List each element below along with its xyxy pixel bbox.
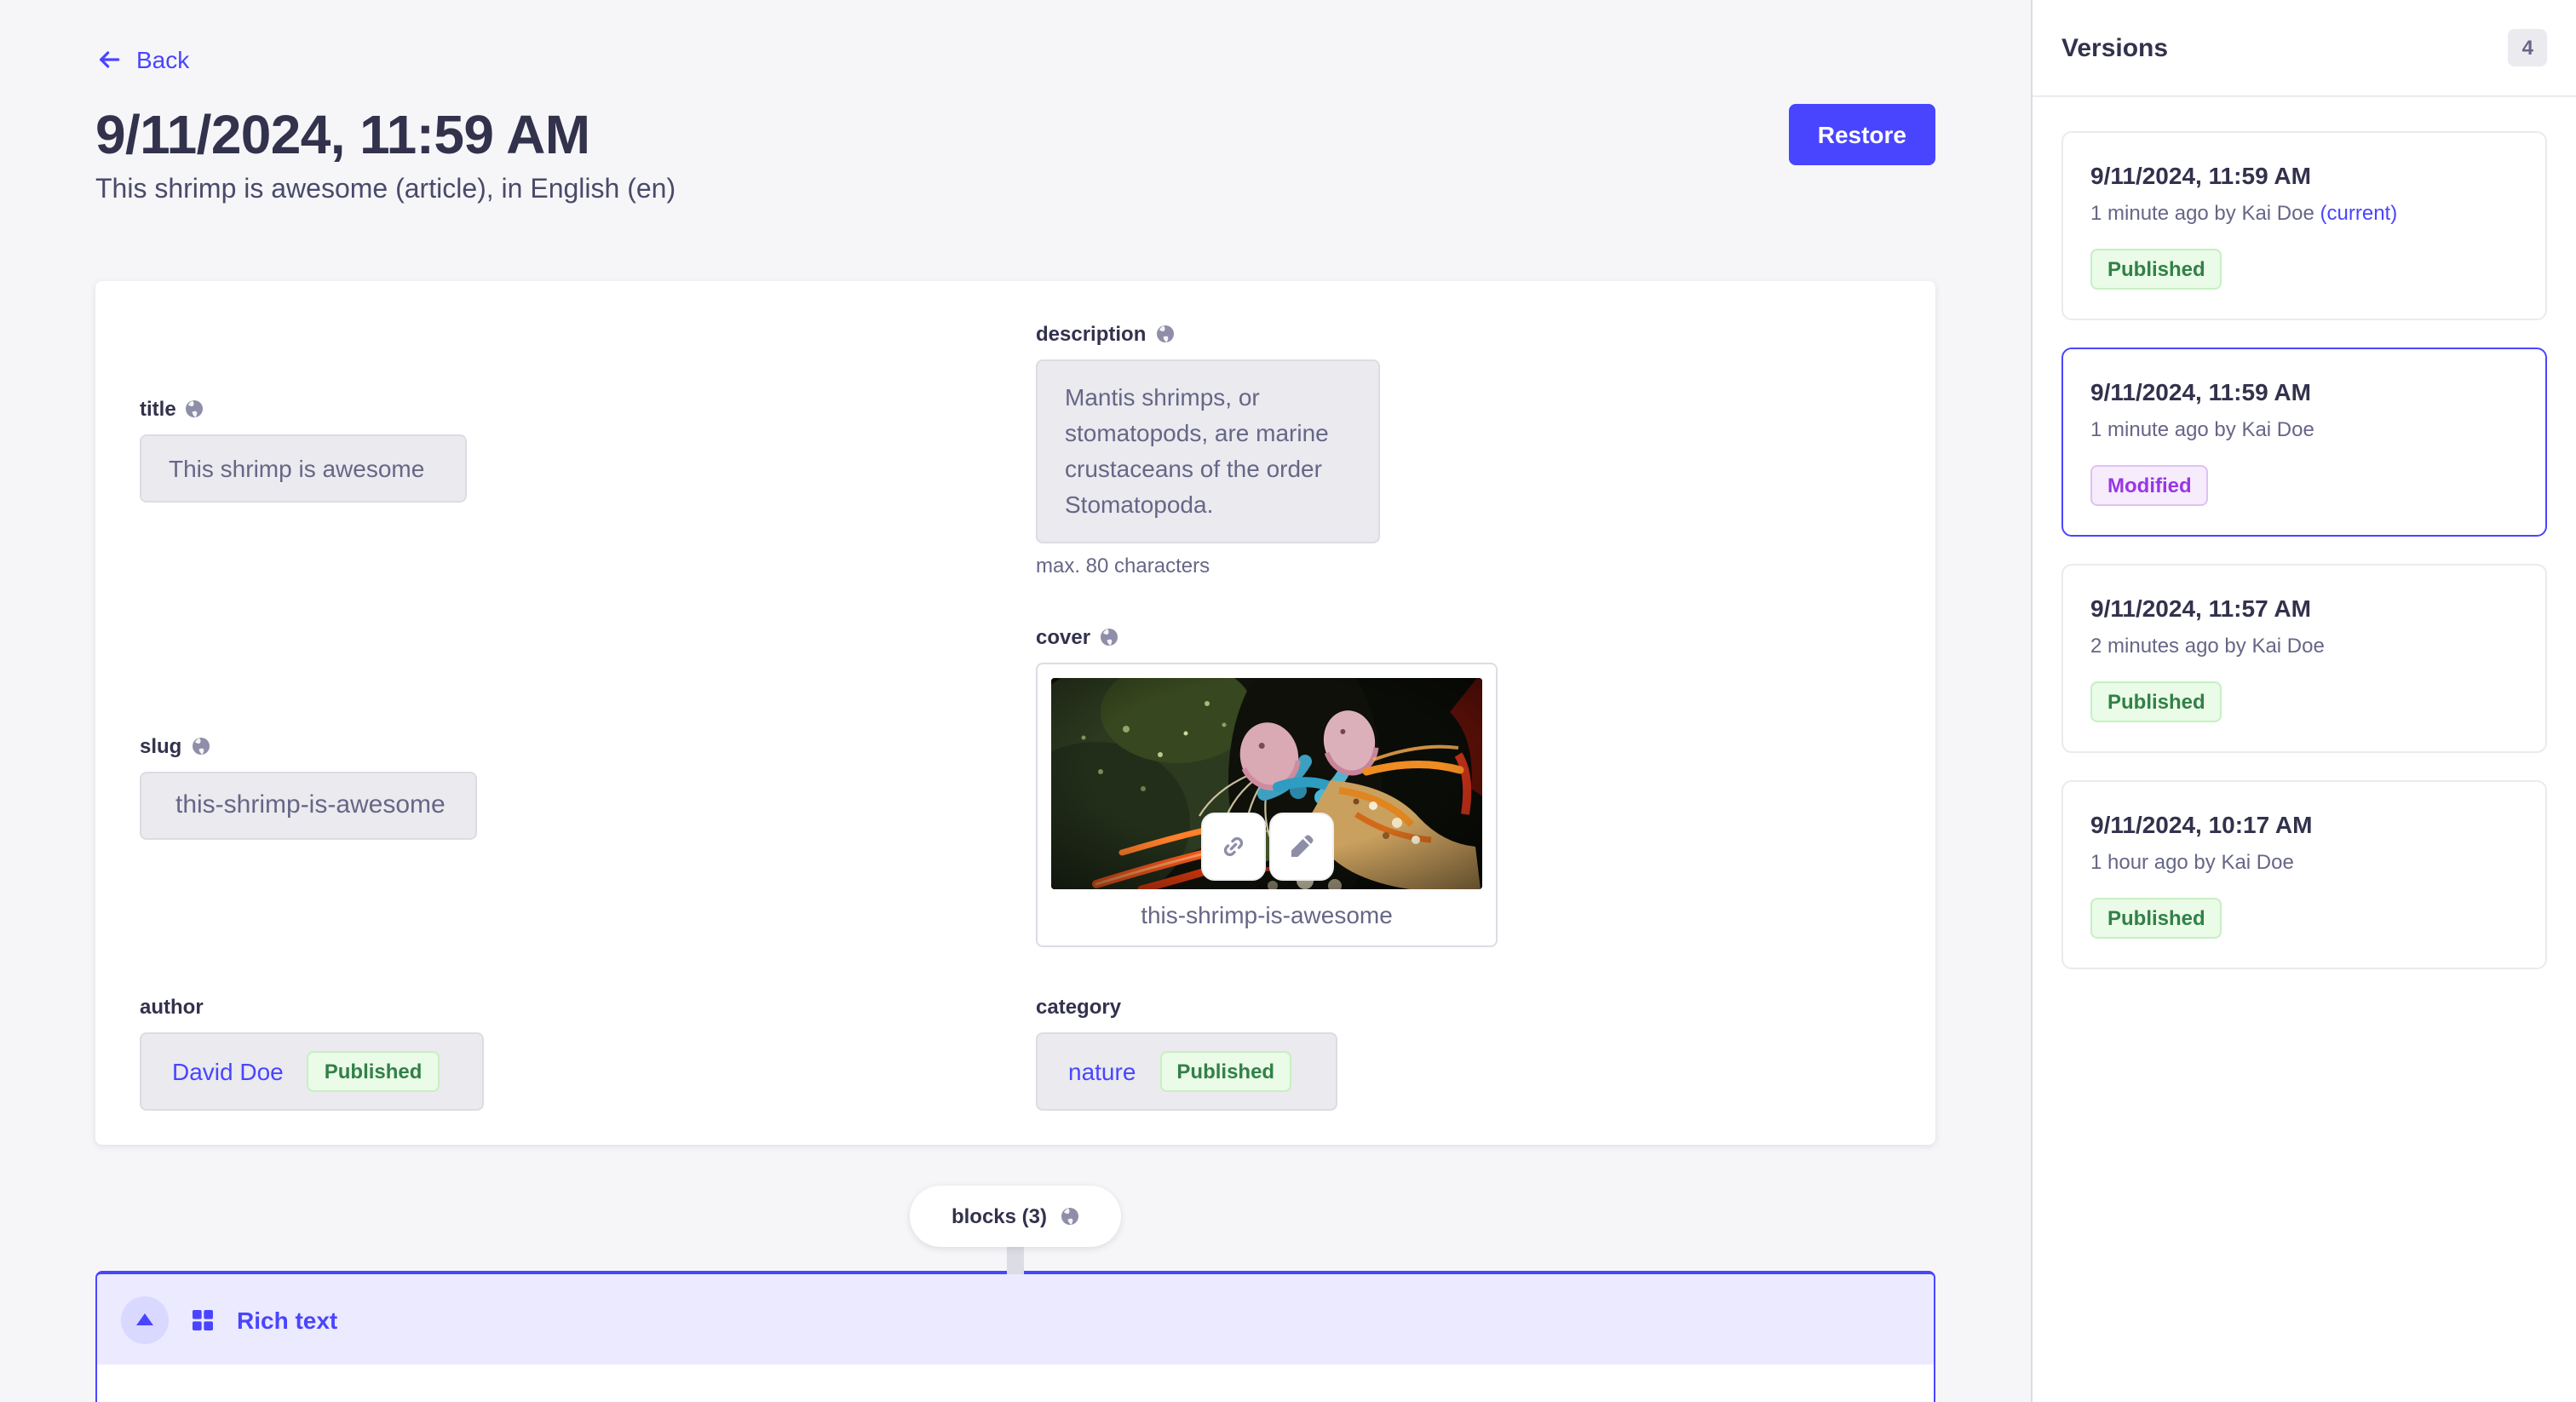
slug-field: slug	[140, 733, 1015, 839]
cover-field: cover	[1015, 625, 1891, 947]
rich-text-block-header: Rich text	[97, 1274, 1934, 1365]
title-label: title	[140, 397, 176, 421]
globe-icon	[1099, 627, 1119, 647]
version-date: 9/11/2024, 11:59 AM	[2090, 162, 2518, 189]
version-meta: 1 hour ago by Kai Doe	[2090, 850, 2518, 874]
version-card[interactable]: 9/11/2024, 11:59 AM 1 minute ago by Kai …	[2061, 348, 2547, 537]
chevron-up-icon	[136, 1313, 153, 1325]
version-date: 9/11/2024, 11:57 AM	[2090, 595, 2518, 622]
title-input	[140, 434, 467, 503]
slug-input	[140, 771, 477, 839]
page-title: 9/11/2024, 11:59 AM	[95, 104, 589, 165]
category-field: category nature Published	[1015, 995, 1891, 1111]
back-link[interactable]: Back	[95, 46, 189, 73]
versions-header: Versions 4	[2033, 0, 2576, 97]
cover-caption: this-shrimp-is-awesome	[1051, 901, 1482, 932]
collapse-block-button[interactable]	[121, 1296, 169, 1343]
rich-text-block-title: Rich text	[237, 1306, 337, 1333]
version-date: 9/11/2024, 11:59 AM	[2090, 378, 2518, 405]
author-field: author David Doe Published	[140, 995, 1015, 1111]
category-link[interactable]: nature	[1068, 1058, 1136, 1085]
description-label: description	[1036, 322, 1146, 346]
version-status-badge: Modified	[2090, 465, 2209, 506]
restore-button[interactable]: Restore	[1789, 104, 1935, 165]
description-field: description Mantis shrimps, or stomatopo…	[1015, 322, 1891, 577]
blocks-pill: blocks (3)	[911, 1186, 1120, 1247]
cover-image	[1051, 678, 1482, 889]
category-relation: nature Published	[1036, 1032, 1337, 1111]
version-status-badge: Published	[2090, 249, 2222, 290]
version-status-badge: Published	[2090, 681, 2222, 722]
rich-text-block: Rich text body	[95, 1271, 1935, 1402]
rich-text-block-body: body	[97, 1365, 1934, 1402]
globe-icon	[1059, 1206, 1079, 1227]
version-card[interactable]: 9/11/2024, 11:57 AM 2 minutes ago by Kai…	[2061, 564, 2547, 753]
category-label: category	[1036, 995, 1121, 1019]
link-icon	[1217, 831, 1248, 862]
blocks-pill-label: blocks (3)	[952, 1204, 1047, 1228]
version-card[interactable]: 9/11/2024, 10:17 AM 1 hour ago by Kai Do…	[2061, 780, 2547, 969]
description-textarea: Mantis shrimps, or stomatopods, are mari…	[1036, 359, 1380, 543]
version-form-card: title description Mantis shrimps, or sto…	[95, 281, 1935, 1145]
category-status-badge: Published	[1159, 1051, 1291, 1092]
author-label: author	[140, 995, 204, 1019]
versions-list: 9/11/2024, 11:59 AM 1 minute ago by Kai …	[2033, 97, 2576, 1003]
back-label: Back	[136, 46, 189, 73]
copy-link-button[interactable]	[1200, 813, 1265, 881]
blocks-section: blocks (3) Rich text	[95, 1145, 1935, 1402]
cover-card: this-shrimp-is-awesome	[1036, 663, 1498, 947]
main-content: Back 9/11/2024, 11:59 AM Restore This sh…	[0, 0, 2031, 1402]
version-meta: 1 minute ago by Kai Doe	[2090, 417, 2518, 441]
cover-label: cover	[1036, 625, 1090, 649]
block-type-grid-icon	[189, 1306, 216, 1333]
version-date: 9/11/2024, 10:17 AM	[2090, 811, 2518, 838]
author-link[interactable]: David Doe	[172, 1058, 284, 1085]
page-subtitle: This shrimp is awesome (article), in Eng…	[95, 175, 1935, 206]
author-status-badge: Published	[308, 1051, 440, 1092]
globe-icon	[190, 735, 210, 756]
back-arrow-icon	[95, 46, 123, 73]
versions-panel: Versions 4 9/11/2024, 11:59 AM 1 minute …	[2031, 0, 2576, 1402]
version-current-label: (current)	[2320, 201, 2398, 225]
pencil-icon	[1285, 831, 1316, 862]
block-connector	[1007, 1247, 1024, 1274]
versions-title: Versions	[2061, 33, 2168, 62]
description-hint: max. 80 characters	[1036, 554, 1891, 577]
version-meta: 1 minute ago by Kai Doe (current)	[2090, 201, 2518, 225]
globe-icon	[185, 399, 205, 419]
globe-icon	[1154, 324, 1175, 344]
title-field: title	[140, 397, 1015, 503]
version-card[interactable]: 9/11/2024, 11:59 AM 1 minute ago by Kai …	[2061, 131, 2547, 320]
app-root: Back 9/11/2024, 11:59 AM Restore This sh…	[0, 0, 2576, 1402]
version-meta: 2 minutes ago by Kai Doe	[2090, 634, 2518, 658]
versions-count-badge: 4	[2509, 29, 2547, 66]
version-status-badge: Published	[2090, 898, 2222, 939]
edit-cover-button[interactable]	[1268, 813, 1333, 881]
author-relation: David Doe Published	[140, 1032, 484, 1111]
slug-label: slug	[140, 733, 181, 757]
